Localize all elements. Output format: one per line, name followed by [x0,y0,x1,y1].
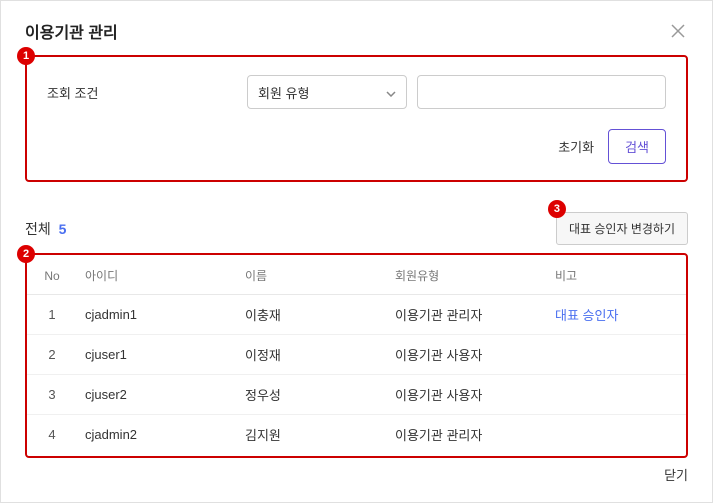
cell-type: 이용기관 사용자 [387,335,547,375]
annotation-badge-3: 3 [548,200,566,218]
cell-no: 4 [27,415,77,455]
close-button[interactable]: 닫기 [664,465,688,484]
col-header-id: 아이디 [77,257,237,295]
cell-name: 정우성 [237,375,387,415]
col-header-note: 비고 [547,257,686,295]
reset-button[interactable]: 초기화 [558,137,594,156]
cell-type: 이용기관 사용자 [387,375,547,415]
member-table: No 아이디 이름 회원유형 비고 1cjadmin1이충재이용기관 관리자대표… [27,257,686,454]
cell-type: 이용기관 관리자 [387,415,547,455]
change-approver-button[interactable]: 대표 승인자 변경하기 [556,212,688,245]
cell-name: 김지원 [237,415,387,455]
annotation-badge-2: 2 [17,245,35,263]
list-count: 전체 5 [25,219,66,239]
table-row: 1cjadmin1이충재이용기관 관리자 대표 승인자 [27,295,686,335]
cell-id: cjuser1 [77,335,237,375]
member-type-select[interactable]: 회원 유형 [247,75,407,109]
table-row: 3cjuser2정우성이용기관 사용자 [27,375,686,415]
cell-note [547,375,686,415]
cell-id: cjuser2 [77,375,237,415]
search-panel: 1 조회 조건 회원 유형 초기화 검색 [25,55,688,182]
col-header-no: No [27,257,77,295]
table-header-row: No 아이디 이름 회원유형 비고 [27,257,686,295]
modal-footer: 닫기 [664,465,688,484]
cell-id: cjadmin1 [77,295,237,335]
search-label: 조회 조건 [47,83,237,102]
cell-type: 이용기관 관리자 [387,295,547,335]
close-icon[interactable] [668,21,688,41]
table-panel: 2 No 아이디 이름 회원유형 비고 1cjadmin1이충재이용기관 관리자… [25,253,688,458]
count-value: 5 [59,221,67,237]
table-row: 4cjadmin2김지원이용기관 관리자 [27,415,686,455]
annotation-badge-1: 1 [17,47,35,65]
cell-note: 대표 승인자 [547,295,686,335]
table-row: 2cjuser1이정재이용기관 사용자 [27,335,686,375]
modal-header: 이용기관 관리 [25,19,688,43]
modal-title: 이용기관 관리 [25,19,118,43]
cell-note [547,415,686,455]
modal-container: 이용기관 관리 1 조회 조건 회원 유형 초기화 검색 [1,1,712,476]
cell-no: 2 [27,335,77,375]
search-button[interactable]: 검색 [608,129,666,164]
select-value: 회원 유형 [258,83,309,102]
primary-approver-link[interactable]: 대표 승인자 [555,308,618,323]
search-input[interactable] [417,75,666,109]
cell-id: cjadmin2 [77,415,237,455]
count-label: 전체 [25,221,51,237]
search-actions: 초기화 검색 [47,129,666,164]
col-header-type: 회원유형 [387,257,547,295]
list-header: 전체 5 3 대표 승인자 변경하기 [25,212,688,245]
chevron-down-icon [386,85,396,100]
search-row: 조회 조건 회원 유형 [47,75,666,109]
cell-name: 이정재 [237,335,387,375]
cell-no: 1 [27,295,77,335]
cell-no: 3 [27,375,77,415]
col-header-name: 이름 [237,257,387,295]
cell-note [547,335,686,375]
cell-name: 이충재 [237,295,387,335]
